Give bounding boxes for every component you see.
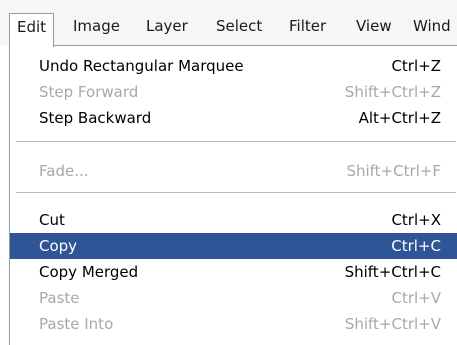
- menu-item-cut[interactable]: Cut Ctrl+X: [10, 207, 457, 233]
- menu-item-shortcut: Ctrl+X: [391, 211, 441, 229]
- menu-item-step-backward[interactable]: Step Backward Alt+Ctrl+Z: [10, 105, 457, 131]
- menu-bar: Edit Image Layer Select Filter View Wind: [0, 0, 457, 47]
- menu-item-shortcut: Alt+Ctrl+Z: [358, 109, 441, 127]
- menu-item-label: Paste: [39, 289, 80, 307]
- menu-item-shortcut: Shift+Ctrl+F: [346, 162, 441, 180]
- menu-item-shortcut: Ctrl+C: [391, 237, 441, 255]
- edit-menu-dropdown: Undo Rectangular Marquee Ctrl+Z Step For…: [9, 45, 457, 345]
- menu-image[interactable]: Image: [73, 15, 120, 37]
- menu-item-label: Undo Rectangular Marquee: [39, 57, 244, 75]
- menu-view[interactable]: View: [356, 15, 392, 37]
- menu-window[interactable]: Wind: [413, 15, 451, 37]
- menu-edit[interactable]: Edit: [9, 13, 55, 47]
- menu-item-label: Paste Into: [39, 315, 114, 333]
- menu-separator: [16, 192, 456, 194]
- menu-item-fade: Fade... Shift+Ctrl+F: [10, 158, 457, 184]
- menu-item-paste-into: Paste Into Shift+Ctrl+V: [10, 311, 457, 337]
- menu-item-undo[interactable]: Undo Rectangular Marquee Ctrl+Z: [10, 53, 457, 79]
- menu-item-shortcut: Shift+Ctrl+C: [344, 263, 441, 281]
- menu-item-label: Step Forward: [39, 83, 139, 101]
- menu-item-step-forward: Step Forward Shift+Ctrl+Z: [10, 79, 457, 105]
- menu-layer[interactable]: Layer: [146, 15, 188, 37]
- menu-item-copy-merged[interactable]: Copy Merged Shift+Ctrl+C: [10, 259, 457, 285]
- menu-select[interactable]: Select: [216, 15, 262, 37]
- menu-item-shortcut: Ctrl+Z: [391, 57, 441, 75]
- menu-item-label: Copy: [39, 237, 78, 255]
- menu-item-label: Cut: [39, 211, 65, 229]
- menu-item-paste: Paste Ctrl+V: [10, 285, 457, 311]
- menu-item-label: Step Backward: [39, 109, 152, 127]
- menu-filter[interactable]: Filter: [289, 15, 326, 37]
- menu-item-copy[interactable]: Copy Ctrl+C: [10, 233, 457, 259]
- menu-item-shortcut: Shift+Ctrl+Z: [344, 83, 441, 101]
- menu-separator: [16, 141, 456, 143]
- menu-item-label: Fade...: [39, 162, 89, 180]
- menu-item-shortcut: Shift+Ctrl+V: [344, 315, 441, 333]
- menu-item-label: Copy Merged: [39, 263, 139, 281]
- menu-item-shortcut: Ctrl+V: [391, 289, 441, 307]
